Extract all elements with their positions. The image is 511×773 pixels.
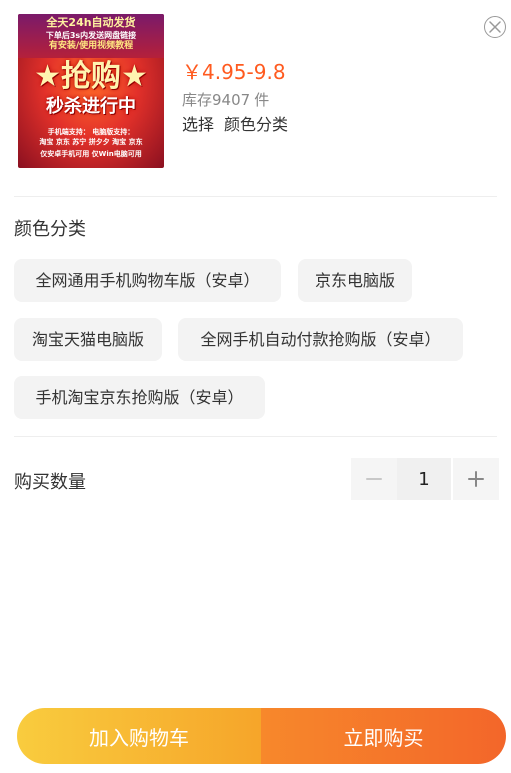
product-image-text-1: 全天24h自动发货: [46, 16, 136, 29]
selection-value: 颜色分类: [224, 115, 289, 134]
quantity-stepper: 1: [351, 458, 499, 500]
product-image-subheadline: 秒杀进行中: [46, 96, 136, 117]
option-chip[interactable]: 全网通用手机购物车版（安卓）: [14, 259, 281, 302]
plus-icon: [468, 471, 484, 487]
quantity-label: 购买数量: [14, 472, 86, 493]
product-image-headline: ★抢购★: [34, 59, 148, 94]
close-icon: [489, 21, 501, 33]
product-image-small-2: 淘宝 京东 苏宁 拼夕夕 淘宝 京东: [39, 138, 143, 146]
divider: [14, 436, 497, 437]
option-group-title: 颜色分类: [14, 219, 86, 240]
sku-selector-sheet: 全天24h自动发货 下单后3s内发送网盘链接 有安装/使用视频教程 ★抢购★ 秒…: [0, 0, 511, 773]
product-image-small-3: 仅安卓手机可用 仅Win电脑可用: [40, 150, 142, 158]
selection-summary: 选择 颜色分类: [182, 114, 288, 136]
decrease-quantity-button[interactable]: [351, 458, 397, 500]
stock-count: 库存9407: [182, 91, 251, 109]
close-button[interactable]: [484, 16, 506, 38]
quantity-value[interactable]: 1: [397, 458, 451, 500]
minus-icon: [366, 478, 382, 480]
option-chip[interactable]: 淘宝天猫电脑版: [14, 318, 162, 361]
product-image-text-2: 下单后3s内发送网盘链接: [45, 31, 137, 40]
product-image-text-3: 有安装/使用视频教程: [48, 41, 134, 51]
price-range: ￥4.95-9.8: [182, 60, 286, 84]
product-image: 全天24h自动发货 下单后3s内发送网盘链接 有安装/使用视频教程 ★抢购★ 秒…: [18, 14, 164, 168]
option-chip[interactable]: 京东电脑版: [298, 259, 412, 302]
stock-info: 库存9407 件: [182, 90, 269, 110]
action-bar: 加入购物车 立即购买: [17, 708, 506, 764]
selection-label: 选择: [182, 115, 215, 134]
option-chip[interactable]: 全网手机自动付款抢购版（安卓）: [178, 318, 463, 361]
increase-quantity-button[interactable]: [453, 458, 499, 500]
add-to-cart-button[interactable]: 加入购物车: [17, 708, 261, 764]
product-image-small-1: 手机端支持： 电脑版支持：: [47, 128, 135, 136]
divider: [14, 196, 497, 197]
option-chip[interactable]: 手机淘宝京东抢购版（安卓）: [14, 376, 265, 419]
stock-unit: 件: [254, 91, 270, 109]
buy-now-button[interactable]: 立即购买: [261, 708, 506, 764]
